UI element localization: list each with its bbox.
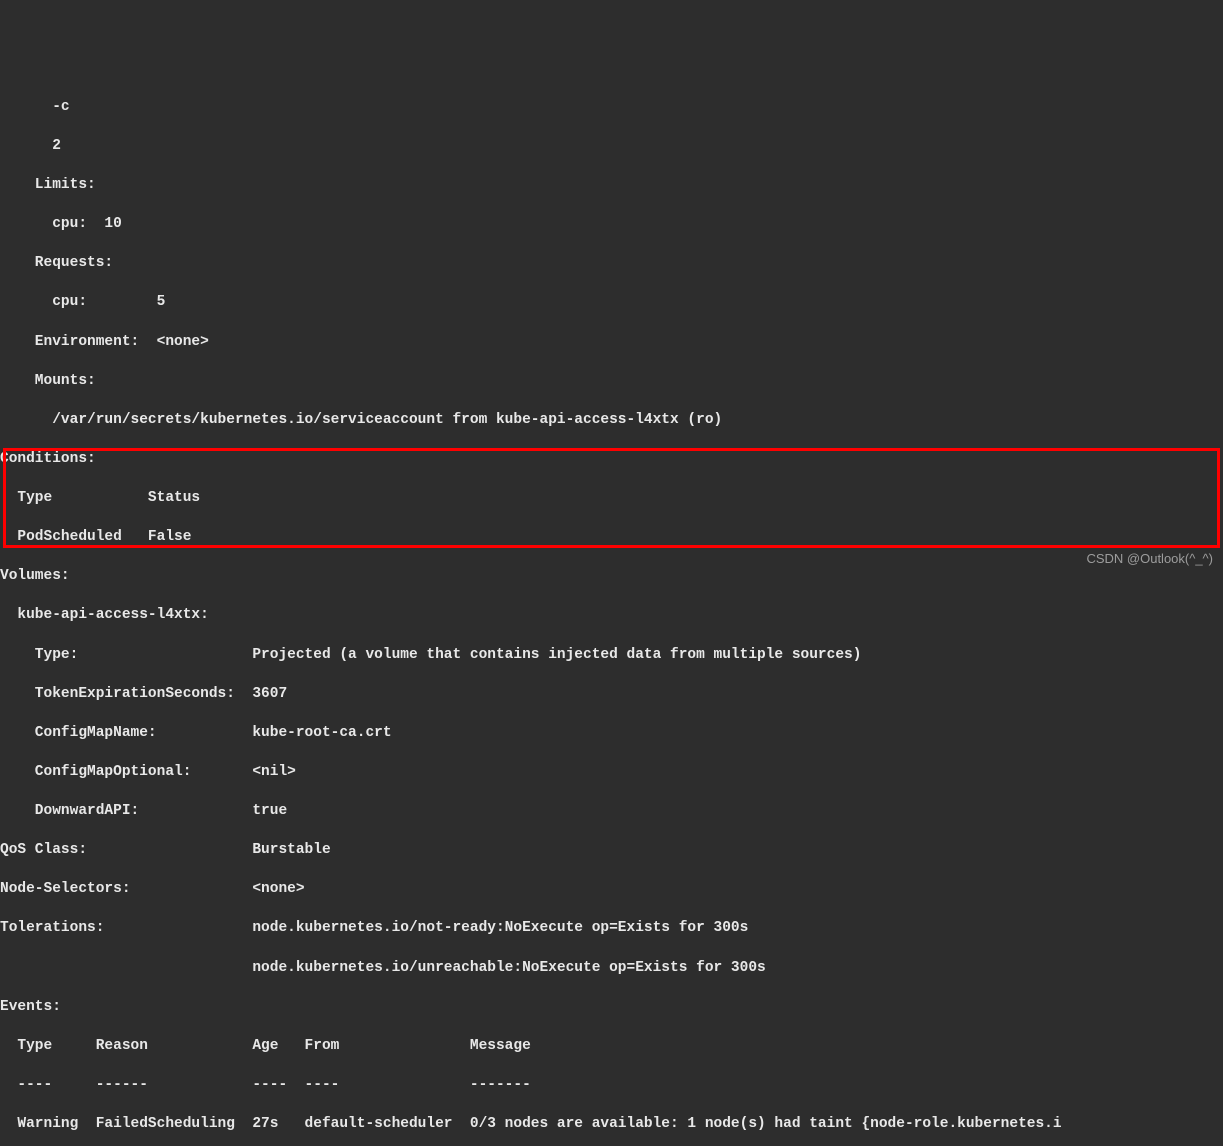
output-line: Environment: <none> xyxy=(0,333,1223,353)
terminal-output[interactable]: -c 2 Limits: cpu: 10 Requests: cpu: 5 En… xyxy=(0,78,1223,1146)
output-line: Type Status xyxy=(0,489,1223,509)
output-line: -c xyxy=(0,98,1223,118)
output-line: Tolerations: node.kubernetes.io/not-read… xyxy=(0,919,1223,939)
output-line: QoS Class: Burstable xyxy=(0,841,1223,861)
output-line: PodScheduled False xyxy=(0,528,1223,548)
output-line: ConfigMapOptional: <nil> xyxy=(0,763,1223,783)
output-line: Events: xyxy=(0,998,1223,1018)
output-line: Requests: xyxy=(0,254,1223,274)
output-line: TokenExpirationSeconds: 3607 xyxy=(0,685,1223,705)
output-line: Type: Projected (a volume that contains … xyxy=(0,646,1223,666)
output-line: Mounts: xyxy=(0,372,1223,392)
output-line: Warning FailedScheduling 27s default-sch… xyxy=(0,1115,1223,1135)
output-line: Conditions: xyxy=(0,450,1223,470)
output-line: ConfigMapName: kube-root-ca.crt xyxy=(0,724,1223,744)
output-line: Node-Selectors: <none> xyxy=(0,880,1223,900)
watermark: CSDN @Outlook(^_^) xyxy=(1086,550,1213,568)
output-line: /var/run/secrets/kubernetes.io/serviceac… xyxy=(0,411,1223,431)
output-line: Limits: xyxy=(0,176,1223,196)
output-line: Volumes: xyxy=(0,567,1223,587)
output-line: cpu: 10 xyxy=(0,215,1223,235)
output-line: kube-api-access-l4xtx: xyxy=(0,606,1223,626)
output-line: 2 xyxy=(0,137,1223,157)
output-line: Type Reason Age From Message xyxy=(0,1037,1223,1057)
output-line: ---- ------ ---- ---- ------- xyxy=(0,1076,1223,1096)
output-line: node.kubernetes.io/unreachable:NoExecute… xyxy=(0,959,1223,979)
output-line: DownwardAPI: true xyxy=(0,802,1223,822)
output-line: cpu: 5 xyxy=(0,293,1223,313)
